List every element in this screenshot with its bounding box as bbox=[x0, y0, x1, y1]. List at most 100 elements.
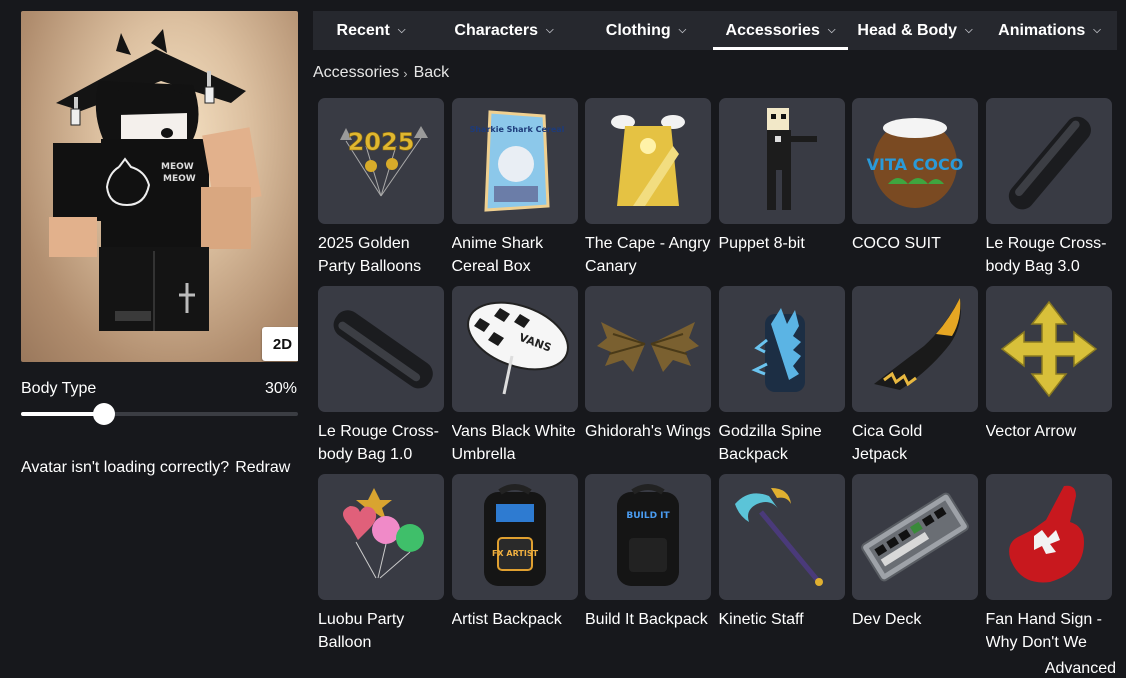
tab-head-body[interactable]: Head & Body ⌵ bbox=[848, 11, 982, 50]
slider-thumb[interactable] bbox=[93, 403, 116, 425]
item-card[interactable]: Sharkie Shark Cereal Anime Shark Cereal … bbox=[451, 98, 578, 286]
item-card[interactable]: VANS Vans Black White Umbrella bbox=[451, 286, 578, 474]
item-name: Luobu Party Balloon bbox=[318, 611, 405, 651]
item-thumbnail: 2025 bbox=[318, 98, 444, 224]
item-name: Dev Deck bbox=[852, 611, 922, 628]
chevron-right-icon: › bbox=[403, 65, 408, 81]
item-name: Puppet 8-bit bbox=[718, 235, 805, 252]
body-type-value: 30% bbox=[265, 380, 298, 397]
item-name: Build It Backpack bbox=[585, 611, 708, 628]
avatar-preview[interactable]: MEOW MEOW 2D bbox=[21, 11, 298, 362]
item-thumbnail bbox=[718, 286, 845, 412]
coconut-label: VITA COCO bbox=[867, 155, 964, 174]
chevron-down-icon: ⌵ bbox=[964, 25, 973, 36]
item-card[interactable]: Fan Hand Sign - Why Don't We bbox=[985, 474, 1112, 662]
item-name: Ghidorah's Wings bbox=[585, 423, 711, 440]
item-card[interactable]: Le Rouge Cross-body Bag 1.0 bbox=[318, 286, 444, 474]
cereal-box-text: Sharkie Shark Cereal bbox=[469, 125, 564, 134]
tab-accessories[interactable]: Accessories ⌵ bbox=[713, 11, 848, 50]
shirt-text-2: MEOW bbox=[163, 174, 196, 184]
item-name: 2025 Golden Party Balloons bbox=[318, 235, 422, 275]
item-card[interactable]: Vector Arrow bbox=[985, 286, 1112, 474]
foam-hand-icon bbox=[1008, 485, 1084, 583]
avatar-issue-text: Avatar isn't loading correctly? bbox=[21, 459, 230, 476]
item-card[interactable]: Luobu Party Balloon bbox=[318, 474, 444, 662]
backpack-icon: BUILD IT bbox=[617, 484, 679, 586]
item-card[interactable]: 2025 2025 Golden Party Balloons bbox=[318, 98, 444, 286]
item-card[interactable]: Godzilla Spine Backpack bbox=[718, 286, 845, 474]
item-thumbnail: VITA COCO bbox=[852, 98, 978, 224]
avatar-figure: MEOW MEOW bbox=[49, 29, 262, 331]
tab-recent[interactable]: Recent ⌵ bbox=[313, 11, 429, 50]
staff-icon bbox=[734, 488, 823, 586]
item-thumbnail bbox=[718, 474, 845, 600]
item-name: COCO SUIT bbox=[852, 235, 941, 252]
tab-label: Animations bbox=[998, 21, 1086, 39]
golden-balloons-icon: 2025 bbox=[340, 126, 428, 197]
breadcrumb-current[interactable]: Back bbox=[414, 64, 450, 82]
item-thumbnail: Sharkie Shark Cereal bbox=[451, 98, 578, 224]
item-card[interactable]: VITA COCO COCO SUIT bbox=[852, 98, 978, 286]
view-2d-toggle[interactable]: 2D bbox=[262, 327, 298, 361]
item-name: Cica Gold Jetpack bbox=[852, 423, 923, 463]
item-card[interactable]: Ghidorah's Wings bbox=[585, 286, 711, 474]
body-type-label: Body Type bbox=[21, 380, 97, 397]
cereal-box-icon: Sharkie Shark Cereal bbox=[469, 110, 564, 212]
item-card[interactable]: Cica Gold Jetpack bbox=[852, 286, 978, 474]
tab-label: Characters bbox=[454, 21, 538, 39]
item-card[interactable]: The Cape - Angry Canary bbox=[585, 98, 711, 286]
tab-label: Accessories bbox=[725, 21, 820, 39]
item-card[interactable]: Kinetic Staff bbox=[718, 474, 845, 662]
item-thumbnail bbox=[718, 98, 845, 224]
avatar-issue-message: Avatar isn't loading correctly? Redraw bbox=[21, 459, 290, 477]
breadcrumb-parent[interactable]: Accessories bbox=[313, 64, 399, 82]
crossbody-bag-icon bbox=[333, 310, 433, 389]
item-card[interactable]: FX ARTIST Artist Backpack bbox=[451, 474, 578, 662]
avatar-editor: MEOW MEOW 2D Body Type 30% Avatar isn't … bbox=[0, 0, 1126, 678]
item-name: Vector Arrow bbox=[985, 423, 1077, 440]
umbrella-icon: VANS bbox=[466, 301, 569, 395]
item-name: Vans Black White Umbrella bbox=[451, 423, 576, 463]
item-name: Fan Hand Sign - Why Don't We bbox=[985, 611, 1103, 651]
item-card[interactable]: BUILD IT Build It Backpack bbox=[585, 474, 711, 662]
cape-icon bbox=[611, 115, 685, 206]
chevron-down-icon: ⌵ bbox=[1093, 25, 1101, 36]
item-thumbnail: BUILD IT bbox=[585, 474, 711, 600]
item-name: The Cape - Angry Canary bbox=[585, 235, 711, 275]
arrow-icon bbox=[1000, 300, 1097, 398]
tab-clothing[interactable]: Clothing ⌵ bbox=[579, 11, 713, 50]
advanced-link[interactable]: Advanced bbox=[1045, 660, 1116, 678]
item-name: Le Rouge Cross-body Bag 3.0 bbox=[985, 235, 1107, 275]
party-balloon-icon bbox=[343, 488, 424, 579]
item-thumbnail bbox=[985, 98, 1112, 224]
puppet-icon bbox=[766, 108, 817, 210]
jetpack-icon bbox=[874, 298, 961, 390]
breadcrumb: Accessories › Back bbox=[313, 64, 449, 82]
item-name: Kinetic Staff bbox=[718, 611, 804, 628]
item-thumbnail bbox=[318, 286, 444, 412]
item-thumbnail bbox=[852, 286, 978, 412]
chevron-down-icon: ⌵ bbox=[678, 25, 687, 36]
item-card[interactable]: Puppet 8-bit bbox=[718, 98, 845, 286]
tab-label: Head & Body bbox=[857, 21, 957, 39]
redraw-link[interactable]: Redraw bbox=[235, 459, 290, 476]
item-thumbnail bbox=[318, 474, 444, 600]
item-name: Godzilla Spine Backpack bbox=[718, 423, 822, 463]
chevron-down-icon: ⌵ bbox=[827, 25, 836, 36]
chevron-down-icon: ⌵ bbox=[546, 25, 554, 36]
backpack-patch-text: FX ARTIST bbox=[491, 549, 538, 558]
item-name: Anime Shark Cereal Box bbox=[451, 235, 544, 275]
category-tabs: Recent ⌵ Characters ⌵ Clothing ⌵ Accessorie… bbox=[313, 11, 1117, 50]
item-thumbnail bbox=[985, 286, 1112, 412]
tab-label: Recent bbox=[336, 21, 390, 39]
item-thumbnail bbox=[585, 286, 711, 412]
tab-animations[interactable]: Animations ⌵ bbox=[982, 11, 1117, 50]
item-card[interactable]: Le Rouge Cross-body Bag 3.0 bbox=[985, 98, 1112, 286]
coconut-icon: VITA COCO bbox=[867, 118, 964, 208]
tab-characters[interactable]: Characters ⌵ bbox=[429, 11, 579, 50]
slider-fill bbox=[21, 412, 105, 416]
item-card[interactable]: Dev Deck bbox=[852, 474, 978, 662]
body-type-slider[interactable] bbox=[21, 403, 298, 425]
item-name: Le Rouge Cross-body Bag 1.0 bbox=[318, 423, 439, 463]
tab-label: Clothing bbox=[605, 21, 671, 39]
